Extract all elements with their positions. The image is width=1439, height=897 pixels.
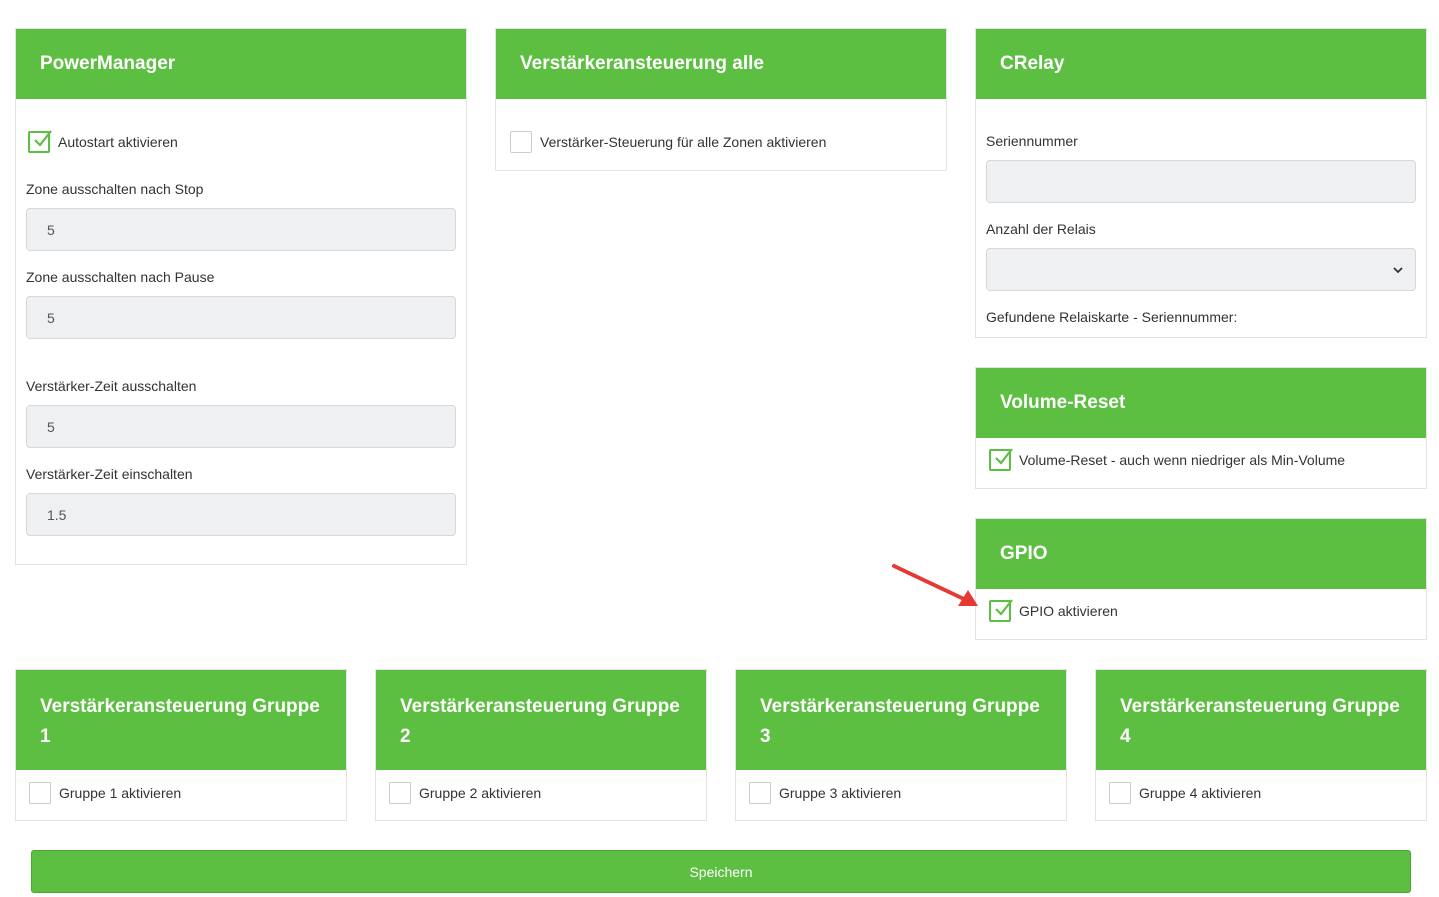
powermanager-title: PowerManager	[40, 53, 176, 74]
gpio-checkbox-row[interactable]: GPIO aktivieren	[989, 599, 1416, 622]
group-2-header: Verstärkeransteuerung Gruppe 2	[376, 670, 706, 770]
group-card-1: Verstärkeransteuerung Gruppe 1 Gruppe 1 …	[15, 669, 347, 821]
serial-input[interactable]	[986, 160, 1416, 203]
group-2-checkbox[interactable]	[389, 782, 411, 804]
group-1-checkbox-row[interactable]: Gruppe 1 aktivieren	[29, 782, 336, 804]
volume-reset-header: Volume-Reset	[976, 368, 1426, 438]
group-3-checkbox[interactable]	[749, 782, 771, 804]
amp-all-title: Verstärkeransteuerung alle	[520, 53, 764, 74]
group-3-title-line1: Verstärkeransteuerung Gruppe	[760, 696, 1040, 717]
group-2-title-line1: Verstärkeransteuerung Gruppe	[400, 696, 680, 717]
group-2-checkbox-label: Gruppe 2 aktivieren	[419, 785, 542, 801]
group-card-2: Verstärkeransteuerung Gruppe 2 Gruppe 2 …	[375, 669, 707, 821]
save-button[interactable]: Speichern	[31, 850, 1411, 893]
gpio-header: GPIO	[976, 519, 1426, 589]
relay-count-label: Anzahl der Relais	[986, 221, 1096, 237]
group-2-checkbox-row[interactable]: Gruppe 2 aktivieren	[389, 782, 696, 804]
group-card-4: Verstärkeransteuerung Gruppe 4 Gruppe 4 …	[1095, 669, 1427, 821]
serial-label: Seriennummer	[986, 133, 1078, 149]
amp-on-input[interactable]: 1.5	[26, 493, 456, 536]
gpio-card: GPIO GPIO aktivieren	[975, 518, 1427, 640]
group-1-title-line1: Verstärkeransteuerung Gruppe	[40, 696, 320, 717]
volume-reset-title: Volume-Reset	[1000, 392, 1126, 413]
volume-reset-checkbox-label: Volume-Reset - auch wenn niedriger als M…	[1019, 452, 1346, 468]
zone-stop-value: 5	[47, 221, 55, 238]
gpio-checkbox-label: GPIO aktivieren	[1019, 603, 1118, 619]
gpio-checkbox[interactable]	[989, 599, 1013, 622]
checkmark-icon	[34, 130, 52, 147]
amp-all-checkbox-label: Verstärker-Steuerung für alle Zonen akti…	[540, 134, 827, 150]
amp-all-card: Verstärkeransteuerung alle Verstärker-St…	[495, 28, 947, 171]
zone-stop-label: Zone ausschalten nach Stop	[26, 181, 204, 197]
group-card-3: Verstärkeransteuerung Gruppe 3 Gruppe 3 …	[735, 669, 1067, 821]
volume-reset-card: Volume-Reset Volume-Reset - auch wenn ni…	[975, 367, 1427, 489]
group-3-checkbox-label: Gruppe 3 aktivieren	[779, 785, 902, 801]
group-1-title-line2: 1	[40, 726, 51, 747]
zone-stop-input[interactable]: 5	[26, 208, 456, 251]
group-4-checkbox-label: Gruppe 4 aktivieren	[1139, 785, 1262, 801]
group-3-checkbox-row[interactable]: Gruppe 3 aktivieren	[749, 782, 1056, 804]
powermanager-card: PowerManager Autostart aktivieren Zone a…	[15, 28, 467, 565]
amp-all-checkbox-row[interactable]: Verstärker-Steuerung für alle Zonen akti…	[510, 131, 936, 153]
amp-on-label: Verstärker-Zeit einschalten	[26, 466, 193, 482]
group-3-header: Verstärkeransteuerung Gruppe 3	[736, 670, 1066, 770]
crelay-title: CRelay	[1000, 53, 1065, 74]
autostart-checkbox[interactable]	[28, 130, 52, 153]
group-1-checkbox-label: Gruppe 1 aktivieren	[59, 785, 182, 801]
found-relay-label: Gefundene Relaiskarte - Seriennummer:	[986, 309, 1238, 325]
zone-pause-label: Zone ausschalten nach Pause	[26, 269, 215, 285]
group-4-title-line2: 4	[1120, 726, 1131, 747]
amp-off-input[interactable]: 5	[26, 405, 456, 448]
crelay-card: CRelay Seriennummer Anzahl der Relais Ge…	[975, 28, 1427, 338]
gpio-title: GPIO	[1000, 543, 1048, 564]
autostart-label: Autostart aktivieren	[58, 134, 178, 150]
amp-on-value: 1.5	[47, 506, 67, 523]
checkmark-icon	[995, 599, 1013, 616]
group-4-header: Verstärkeransteuerung Gruppe 4	[1096, 670, 1426, 770]
group-1-header: Verstärkeransteuerung Gruppe 1	[16, 670, 346, 770]
group-4-title-line1: Verstärkeransteuerung Gruppe	[1120, 696, 1400, 717]
zone-pause-input[interactable]: 5	[26, 296, 456, 339]
group-3-title-line2: 3	[760, 726, 771, 747]
autostart-checkbox-row[interactable]: Autostart aktivieren	[26, 130, 456, 153]
amp-all-checkbox[interactable]	[510, 131, 532, 153]
chevron-down-icon	[1393, 267, 1403, 274]
powermanager-header: PowerManager	[16, 29, 466, 99]
crelay-header: CRelay	[976, 29, 1426, 99]
amp-off-value: 5	[47, 418, 55, 435]
amp-off-label: Verstärker-Zeit ausschalten	[26, 378, 197, 394]
volume-reset-checkbox[interactable]	[989, 448, 1013, 471]
group-2-title-line2: 2	[400, 726, 411, 747]
volume-reset-checkbox-row[interactable]: Volume-Reset - auch wenn niedriger als M…	[989, 448, 1416, 471]
group-4-checkbox-row[interactable]: Gruppe 4 aktivieren	[1109, 782, 1416, 804]
annotation-arrow-icon	[892, 564, 978, 606]
amp-all-header: Verstärkeransteuerung alle	[496, 29, 946, 99]
relay-count-select[interactable]	[986, 248, 1416, 291]
group-4-checkbox[interactable]	[1109, 782, 1131, 804]
group-1-checkbox[interactable]	[29, 782, 51, 804]
zone-pause-value: 5	[47, 309, 55, 326]
checkmark-icon	[995, 448, 1013, 465]
